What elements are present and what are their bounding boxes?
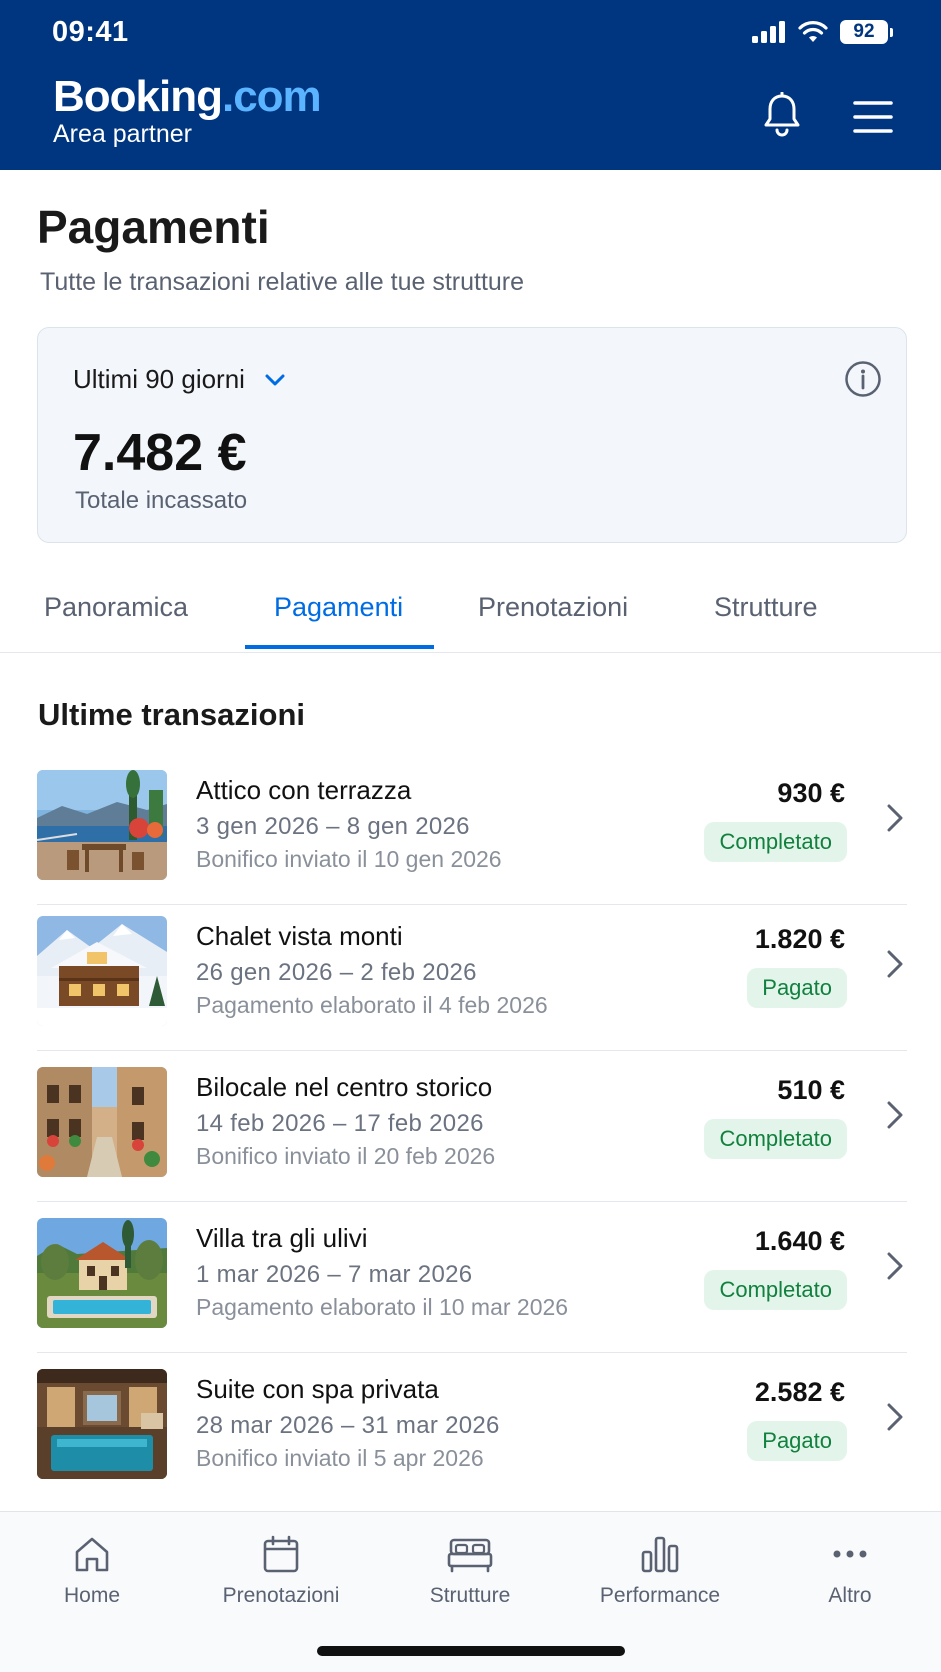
- nav-prenotazioni[interactable]: Prenotazioni: [191, 1534, 371, 1608]
- status-badge: Pagato: [747, 968, 847, 1008]
- battery-level: 92: [840, 20, 888, 44]
- total-label: Totale incassato: [75, 487, 248, 514]
- section-title: Ultime transazioni: [38, 697, 305, 732]
- page-subtitle: Tutte le transazioni relative alle tue s…: [40, 268, 525, 296]
- status-icons: 92: [752, 20, 893, 44]
- chevron-right-icon: [887, 1403, 903, 1431]
- payment-note: Bonifico inviato il 10 gen 2026: [196, 846, 502, 872]
- nav-label: Prenotazioni: [222, 1584, 340, 1607]
- transaction-row[interactable]: Chalet vista monti 26 gen 2026 – 2 feb 2…: [37, 911, 907, 1051]
- chevron-right-icon: [887, 950, 903, 978]
- stay-dates: 1 mar 2026 – 7 mar 2026: [196, 1261, 473, 1288]
- tab-pagamenti[interactable]: Pagamenti: [274, 592, 403, 623]
- nav-strutture[interactable]: Strutture: [380, 1534, 560, 1608]
- brand-subtitle: Area partner: [53, 120, 192, 148]
- tab-bar: Panoramica Pagamenti Prenotazioni Strutt…: [0, 580, 941, 653]
- brand-name: Booking: [53, 72, 223, 121]
- chevron-right-icon: [887, 1252, 903, 1280]
- nav-label: Strutture: [429, 1584, 511, 1607]
- nav-label: Performance: [599, 1584, 721, 1607]
- status-badge: Completato: [704, 1270, 847, 1310]
- wifi-icon: [798, 21, 828, 42]
- property-name: Villa tra gli ulivi: [196, 1223, 368, 1253]
- more-icon: [833, 1550, 867, 1558]
- menu-icon[interactable]: [853, 100, 893, 134]
- home-indicator[interactable]: [317, 1646, 625, 1656]
- property-name: Chalet vista monti: [196, 921, 403, 951]
- stay-dates: 28 mar 2026 – 31 mar 2026: [196, 1412, 500, 1439]
- bar-chart-icon: [641, 1536, 679, 1573]
- transaction-row[interactable]: Bilocale nel centro storico 14 feb 2026 …: [37, 1062, 907, 1202]
- bell-icon[interactable]: [762, 92, 802, 138]
- status-badge: Completato: [704, 822, 847, 862]
- property-name: Bilocale nel centro storico: [196, 1072, 493, 1102]
- transaction-amount: 1.640 €: [754, 1226, 845, 1256]
- period-label: Ultimi 90 giorni: [73, 364, 245, 394]
- nav-performance[interactable]: Performance: [570, 1534, 750, 1608]
- bottom-navigation: Home Prenotazioni Strutture Performance: [0, 1511, 941, 1672]
- tab-prenotazioni[interactable]: Prenotazioni: [478, 592, 628, 623]
- calendar-icon: [263, 1535, 299, 1573]
- period-selector[interactable]: Ultimi 90 giorni: [73, 364, 285, 395]
- stay-dates: 26 gen 2026 – 2 feb 2026: [196, 959, 477, 986]
- summary-card: Ultimi 90 giorni 7.482 € Totale incassat…: [37, 327, 907, 543]
- bed-icon: [447, 1538, 493, 1573]
- chevron-right-icon: [887, 1101, 903, 1129]
- property-thumbnail: [37, 916, 167, 1026]
- tab-panoramica[interactable]: Panoramica: [44, 592, 188, 623]
- transaction-amount: 510 €: [777, 1075, 845, 1105]
- transaction-row[interactable]: Suite con spa privata 28 mar 2026 – 31 m…: [37, 1364, 907, 1504]
- chevron-right-icon: [887, 804, 903, 832]
- property-thumbnail: [37, 1369, 167, 1479]
- brand-suffix: .com: [221, 72, 322, 121]
- brand-logo[interactable]: Booking.com Area partner: [53, 72, 322, 149]
- stay-dates: 14 feb 2026 – 17 feb 2026: [196, 1110, 484, 1137]
- property-thumbnail: [37, 1218, 167, 1328]
- payment-note: Pagamento elaborato il 10 mar 2026: [196, 1294, 569, 1320]
- transaction-amount: 2.582 €: [754, 1377, 845, 1407]
- status-badge: Completato: [704, 1119, 847, 1159]
- transaction-row[interactable]: Villa tra gli ulivi 1 mar 2026 – 7 mar 2…: [37, 1213, 907, 1353]
- active-tab-indicator: [245, 645, 434, 649]
- status-bar: 09:41 92: [0, 0, 941, 62]
- transaction-amount: 1.820 €: [754, 924, 845, 954]
- nav-label: Home: [63, 1584, 121, 1607]
- payment-note: Bonifico inviato il 20 feb 2026: [196, 1143, 496, 1169]
- property-name: Attico con terrazza: [196, 775, 412, 805]
- total-amount: 7.482 €: [73, 424, 247, 482]
- status-time: 09:41: [52, 16, 129, 48]
- payment-note: Pagamento elaborato il 4 feb 2026: [196, 992, 548, 1018]
- transaction-row[interactable]: Attico con terrazza 3 gen 2026 – 8 gen 2…: [37, 765, 907, 905]
- app-header: 09:41 92 Booking.com Area partner: [0, 0, 941, 170]
- tab-strutture[interactable]: Strutture: [714, 592, 818, 623]
- stay-dates: 3 gen 2026 – 8 gen 2026: [196, 813, 470, 840]
- property-name: Suite con spa privata: [196, 1374, 439, 1404]
- info-icon[interactable]: [844, 360, 882, 398]
- transaction-amount: 930 €: [777, 778, 845, 808]
- page-title: Pagamenti: [37, 201, 270, 253]
- home-icon: [75, 1537, 109, 1572]
- payment-note: Bonifico inviato il 5 apr 2026: [196, 1445, 484, 1471]
- nav-altro[interactable]: Altro: [760, 1534, 940, 1608]
- nav-home[interactable]: Home: [2, 1534, 182, 1608]
- status-badge: Pagato: [747, 1421, 847, 1461]
- battery-icon: 92: [840, 20, 893, 44]
- property-thumbnail: [37, 770, 167, 880]
- nav-label: Altro: [828, 1584, 872, 1607]
- signal-icon: [752, 21, 785, 43]
- chevron-down-icon: [265, 374, 285, 385]
- property-thumbnail: [37, 1067, 167, 1177]
